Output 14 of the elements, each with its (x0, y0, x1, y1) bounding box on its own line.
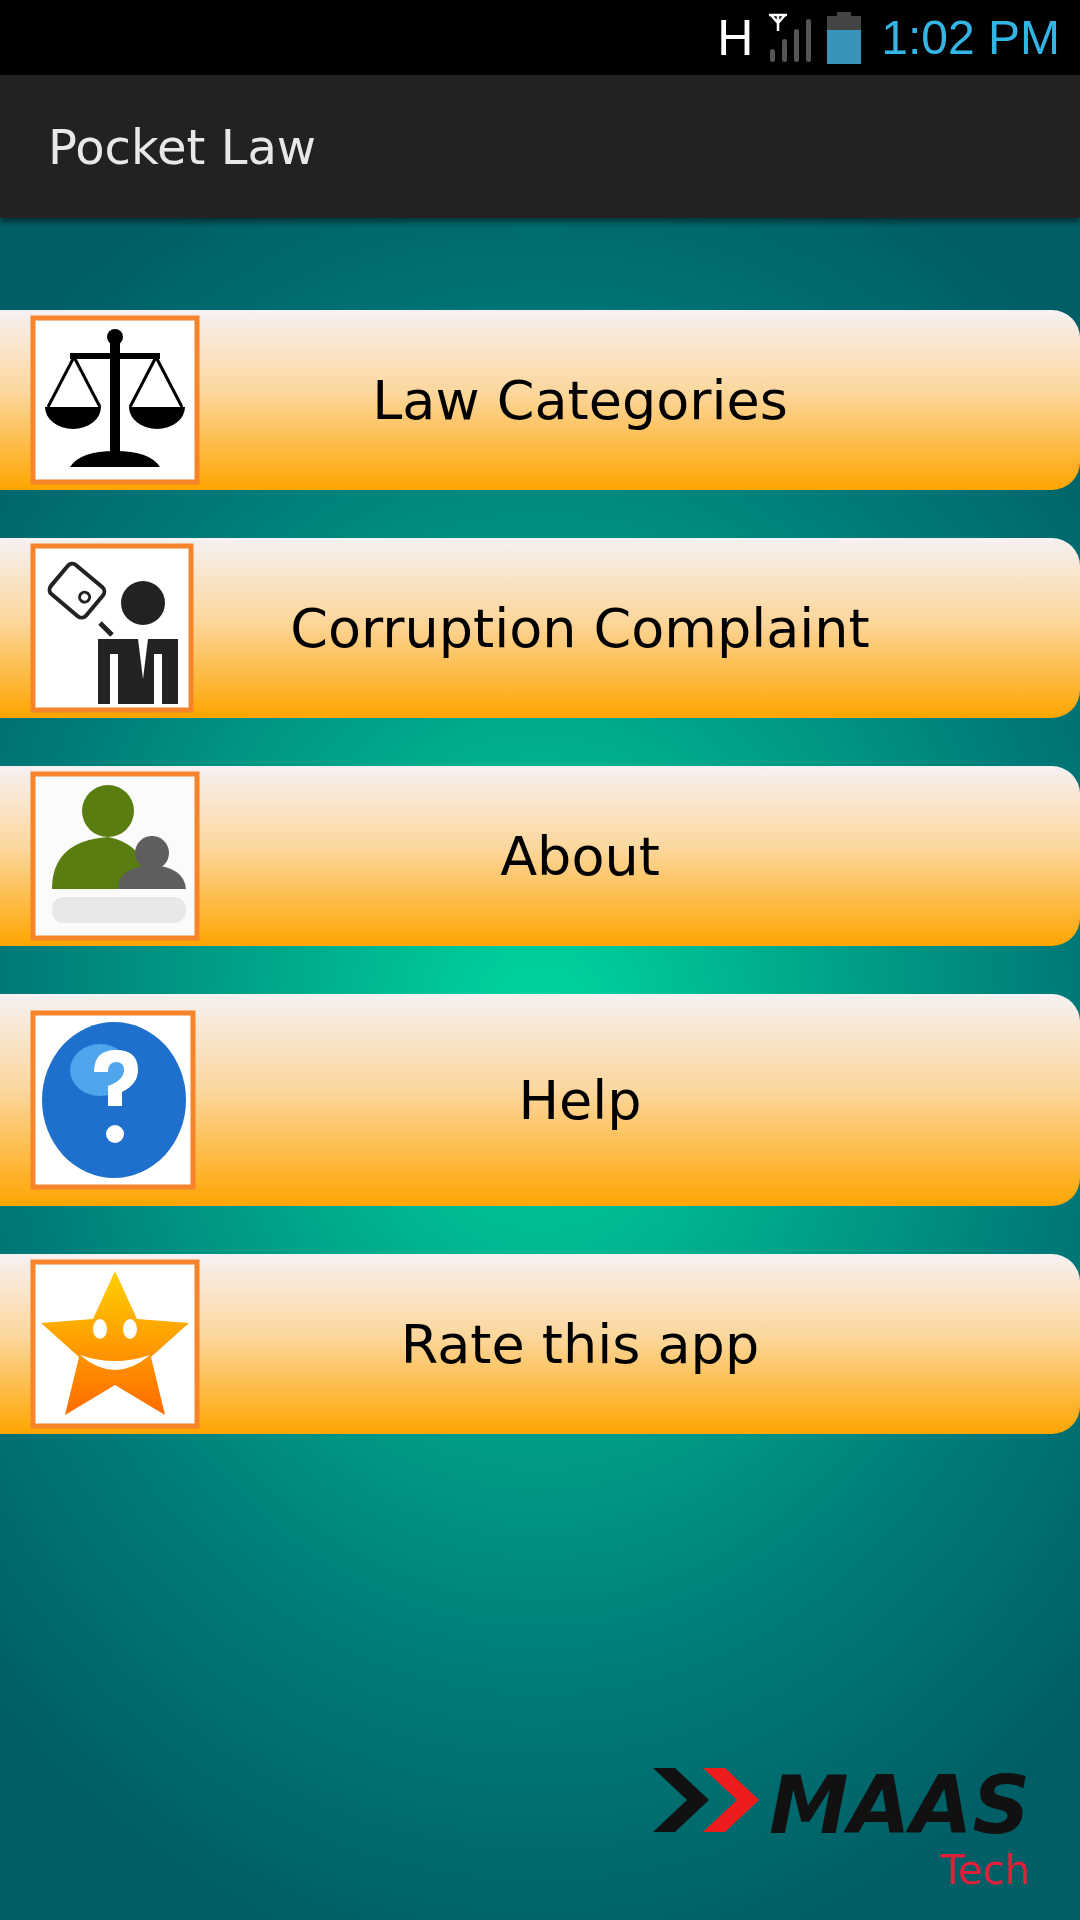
app-title: Pocket Law (48, 118, 317, 175)
scales-icon (30, 315, 200, 485)
logo-subtext: Tech (940, 1848, 1030, 1892)
menu-button[interactable]: Rate this app (0, 1254, 1080, 1434)
menu-button[interactable]: About (0, 766, 1080, 946)
menu-button[interactable]: Corruption Complaint (0, 538, 1080, 718)
network-type: H (717, 8, 754, 67)
logo-text: MAAS (768, 1764, 1030, 1848)
clock-time: 1:02 PM (881, 10, 1060, 65)
menu-button[interactable]: Law Categories (0, 310, 1080, 490)
battery-icon (827, 11, 862, 64)
users-icon (30, 771, 200, 941)
menu-button[interactable]: Help (0, 994, 1080, 1206)
signal-icon (767, 12, 814, 63)
